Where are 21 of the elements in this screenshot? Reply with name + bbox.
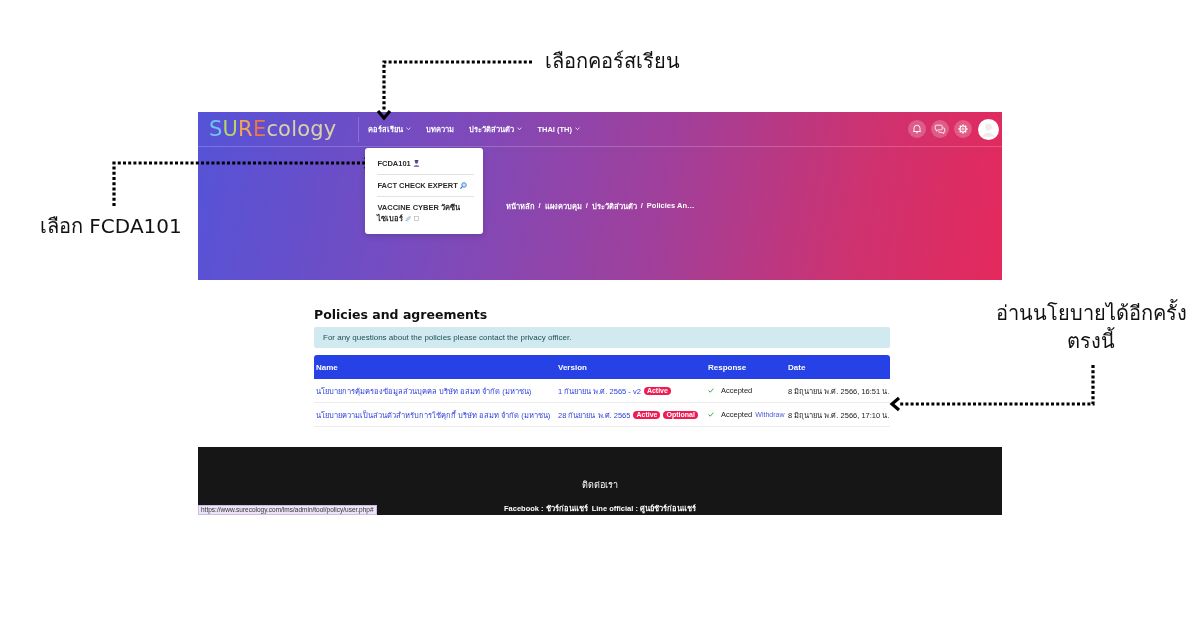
column-header: Name <box>315 362 339 372</box>
column-header: Response <box>707 362 748 372</box>
page-title: Policies and agreements <box>314 307 489 323</box>
syringe-icon <box>405 215 413 222</box>
logo[interactable]: SUREcology <box>209 116 360 142</box>
chat-icon[interactable] <box>931 120 949 138</box>
column-header: Date <box>787 362 807 372</box>
annotation-text: เลือกคอร์สเรียน <box>545 48 680 75</box>
chevron-down-icon <box>406 127 412 131</box>
settings-icon[interactable] <box>954 120 972 138</box>
column-header: Version <box>557 362 588 372</box>
annotation-text: อ่านนโยบายได้อีกครั้ง ตรงนี้ <box>994 299 1188 355</box>
info-notice: For any questions about the policies please contact the privacy officer. <box>314 327 890 348</box>
bell-icon[interactable] <box>908 120 926 138</box>
chevron-down-icon <box>575 127 580 131</box>
student-icon <box>412 160 420 167</box>
search-icon <box>459 182 467 189</box>
annotation-text: เลือก FCDA101 <box>40 213 182 240</box>
chevron-down-icon <box>517 127 523 131</box>
avatar-icon[interactable] <box>978 118 999 140</box>
footer-heading: ติดต่อเรา <box>582 479 618 491</box>
